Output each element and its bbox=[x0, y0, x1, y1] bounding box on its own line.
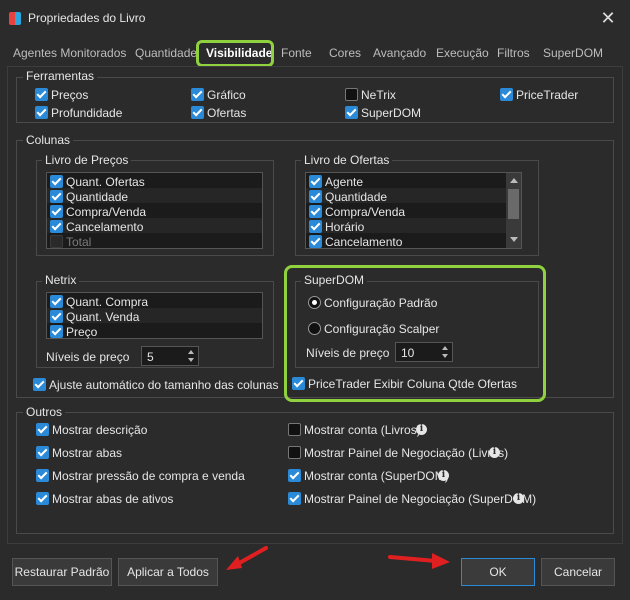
tab-highlight-annotation bbox=[196, 40, 274, 67]
mostrar-abas-ativos-checkbox[interactable] bbox=[36, 492, 49, 505]
info-icon[interactable]: i bbox=[513, 493, 524, 504]
cancelamento-checkbox[interactable] bbox=[50, 220, 63, 233]
tab-agentes-monitorados[interactable]: Agentes Monitorados bbox=[13, 46, 126, 60]
superdom-tool-checkbox[interactable] bbox=[345, 106, 358, 119]
tab-filtros[interactable]: Filtros bbox=[497, 46, 530, 60]
tab-fonte[interactable]: Fonte bbox=[281, 46, 312, 60]
list-item: Quantidade bbox=[325, 190, 388, 204]
precos-label: Preços bbox=[51, 88, 89, 102]
window-title: Propriedades do Livro bbox=[28, 11, 146, 25]
list-item: Horário bbox=[325, 220, 365, 234]
profundidade-checkbox[interactable] bbox=[35, 106, 48, 119]
list-item: Total bbox=[66, 235, 92, 249]
mostrar-pressao-label: Mostrar pressão de compra e venda bbox=[52, 469, 245, 483]
cancelamento-ofertas-checkbox[interactable] bbox=[309, 235, 322, 248]
tab-avancado[interactable]: Avançado bbox=[373, 46, 426, 60]
mostrar-conta-superdom-label: Mostrar conta (SuperDOM) bbox=[304, 469, 449, 483]
livro-precos-title: Livro de Preços bbox=[42, 153, 132, 167]
mostrar-painel-superdom-label: Mostrar Painel de Negociação (SuperDOM) bbox=[304, 492, 537, 506]
agente-checkbox[interactable] bbox=[309, 175, 322, 188]
ofertas-label: Ofertas bbox=[207, 106, 247, 120]
scroll-thumb[interactable] bbox=[508, 189, 519, 219]
profundidade-label: Profundidade bbox=[51, 106, 123, 120]
list-item: Quantidade bbox=[66, 190, 129, 204]
app-logo-icon bbox=[9, 12, 21, 25]
mostrar-abas-checkbox[interactable] bbox=[36, 446, 49, 459]
colunas-title: Colunas bbox=[23, 133, 74, 147]
precos-checkbox[interactable] bbox=[35, 88, 48, 101]
quant-compra-checkbox[interactable] bbox=[50, 295, 63, 308]
scroll-down-icon[interactable] bbox=[510, 237, 518, 242]
quantidade-checkbox[interactable] bbox=[50, 190, 63, 203]
aplicar-todos-button[interactable]: Aplicar a Todos bbox=[118, 558, 218, 586]
info-icon[interactable]: i bbox=[416, 424, 427, 435]
quant-venda-checkbox[interactable] bbox=[50, 310, 63, 323]
list-item: Quant. Venda bbox=[66, 310, 140, 324]
close-icon[interactable]: ✕ bbox=[598, 8, 618, 28]
grafico-label: Gráfico bbox=[207, 88, 246, 102]
tab-bar: Agentes Monitorados Quantidade Visibilid… bbox=[0, 40, 630, 68]
mostrar-descricao-checkbox[interactable] bbox=[36, 423, 49, 436]
mostrar-pressao-checkbox[interactable] bbox=[36, 469, 49, 482]
horario-checkbox[interactable] bbox=[309, 220, 322, 233]
compra-venda-ofertas-checkbox[interactable] bbox=[309, 205, 322, 218]
list-item: Agente bbox=[325, 175, 364, 189]
ferramentas-title: Ferramentas bbox=[23, 69, 98, 83]
netrix-niveis-value: 5 bbox=[147, 350, 154, 364]
livro-ofertas-title: Livro de Ofertas bbox=[301, 153, 393, 167]
tab-execucao[interactable]: Execução bbox=[436, 46, 489, 60]
netrix-title: Netrix bbox=[42, 273, 80, 287]
list-item: Quant. Compra bbox=[66, 295, 149, 309]
netrix-label: NeTrix bbox=[361, 88, 396, 102]
pricetrader-checkbox[interactable] bbox=[500, 88, 513, 101]
superdom-tool-label: SuperDOM bbox=[361, 106, 422, 120]
preco-checkbox[interactable] bbox=[50, 325, 63, 338]
list-item: Compra/Venda bbox=[325, 205, 406, 219]
list-item: Compra/Venda bbox=[66, 205, 147, 219]
arrow-annotation-ok-icon bbox=[388, 553, 450, 569]
mostrar-painel-superdom-checkbox[interactable] bbox=[288, 492, 301, 505]
mostrar-conta-livros-label: Mostrar conta (Livros) bbox=[304, 423, 421, 437]
ok-button[interactable]: OK bbox=[461, 558, 535, 586]
title-bar: Propriedades do Livro ✕ bbox=[0, 0, 630, 38]
mostrar-conta-livros-checkbox[interactable] bbox=[288, 423, 301, 436]
tab-cores[interactable]: Cores bbox=[329, 46, 361, 60]
outros-title: Outros bbox=[23, 405, 66, 419]
cancel-button[interactable]: Cancelar bbox=[541, 558, 615, 586]
mostrar-conta-superdom-checkbox[interactable] bbox=[288, 469, 301, 482]
mostrar-painel-livros-checkbox[interactable] bbox=[288, 446, 301, 459]
tab-superdom[interactable]: SuperDOM bbox=[543, 46, 603, 60]
mostrar-abas-ativos-label: Mostrar abas de ativos bbox=[52, 492, 174, 506]
netrix-niveis-label: Níveis de preço bbox=[46, 350, 130, 364]
tab-quantidade[interactable]: Quantidade bbox=[135, 46, 197, 60]
netrix-niveis-stepper[interactable]: 5 bbox=[141, 346, 199, 366]
mostrar-painel-livros-label: Mostrar Painel de Negociação (Livros) bbox=[304, 446, 509, 460]
scroll-up-icon[interactable] bbox=[510, 178, 518, 183]
info-icon[interactable]: i bbox=[438, 470, 449, 481]
mostrar-descricao-label: Mostrar descrição bbox=[52, 423, 148, 437]
pricetrader-label: PriceTrader bbox=[516, 88, 579, 102]
livro-ofertas-scrollbar[interactable] bbox=[506, 173, 521, 248]
info-icon[interactable]: i bbox=[489, 447, 500, 458]
total-checkbox bbox=[50, 235, 63, 248]
grafico-checkbox[interactable] bbox=[191, 88, 204, 101]
list-item: Quant. Ofertas bbox=[66, 175, 145, 189]
stepper-down-icon[interactable] bbox=[188, 358, 194, 362]
arrow-annotation-aplicar-icon bbox=[226, 546, 268, 570]
netrix-checkbox[interactable] bbox=[345, 88, 358, 101]
list-item: Cancelamento bbox=[66, 220, 144, 234]
list-item: Preço bbox=[66, 325, 98, 339]
ajuste-label: Ajuste automático do tamanho das colunas bbox=[49, 378, 279, 392]
ofertas-checkbox[interactable] bbox=[191, 106, 204, 119]
ajuste-checkbox[interactable] bbox=[33, 378, 46, 391]
list-item: Cancelamento bbox=[325, 235, 403, 249]
quant-ofertas-checkbox[interactable] bbox=[50, 175, 63, 188]
superdom-highlight-annotation bbox=[284, 265, 546, 402]
mostrar-abas-label: Mostrar abas bbox=[52, 446, 123, 460]
restaurar-padrao-button[interactable]: Restaurar Padrão bbox=[12, 558, 112, 586]
stepper-up-icon[interactable] bbox=[188, 350, 194, 354]
compra-venda-checkbox[interactable] bbox=[50, 205, 63, 218]
quantidade-ofertas-checkbox[interactable] bbox=[309, 190, 322, 203]
